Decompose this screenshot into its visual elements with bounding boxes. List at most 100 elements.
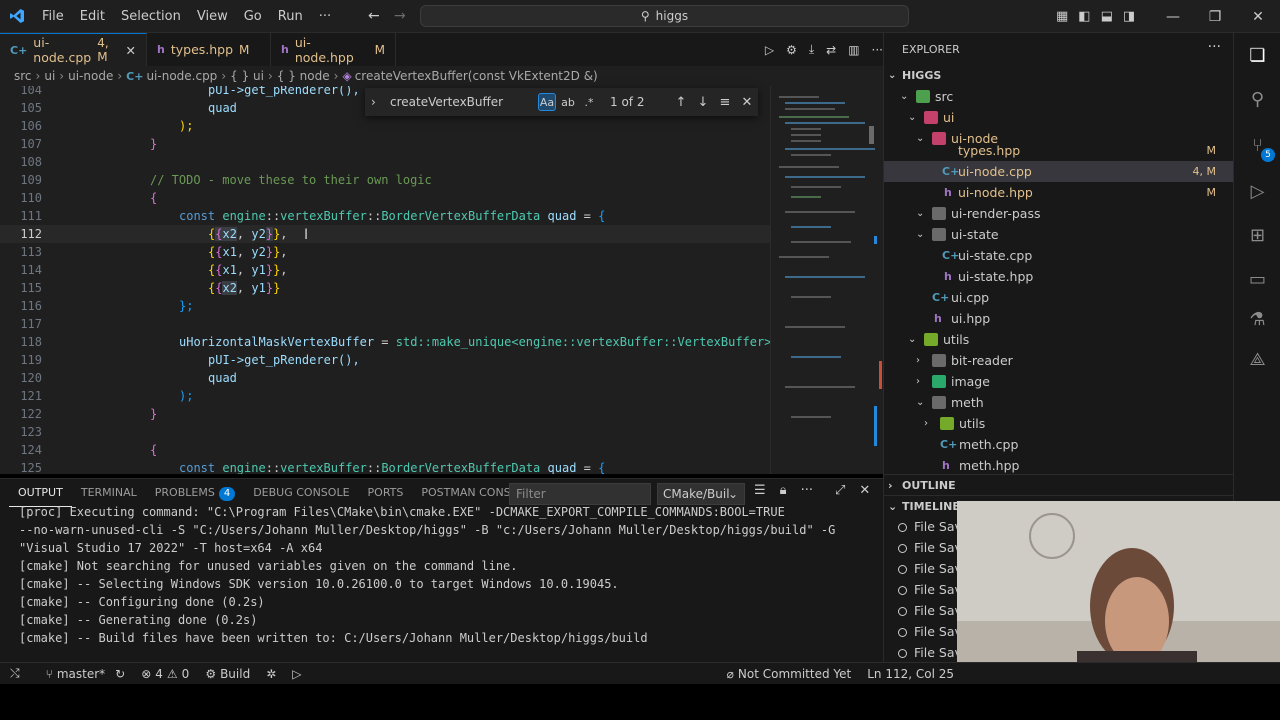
tree-file-ui-state-cpp[interactable]: C+ ui-state.cpp — [884, 245, 1234, 266]
next-match-icon[interactable]: ↓ — [692, 95, 714, 110]
breadcrumb-function[interactable]: createVertexBuffer(const VkExtent2D &) — [355, 69, 598, 83]
cursor-position[interactable]: Ln 112, Col 25 — [859, 667, 962, 681]
toggle-primary-sidebar-icon[interactable]: ◧ — [1078, 9, 1090, 24]
command-center-search[interactable]: ⚲ higgs — [420, 5, 909, 27]
more-actions-icon[interactable]: ··· — [872, 43, 883, 57]
menu-file[interactable]: File — [34, 0, 72, 33]
breadcrumb-namespace-node[interactable]: { } node — [277, 69, 330, 83]
whole-word-toggle[interactable]: ab — [559, 93, 577, 111]
lock-scroll-icon[interactable]: 🔒︎ — [780, 483, 787, 498]
output-filter-input[interactable]: Filter — [509, 483, 651, 505]
workspace-root[interactable]: ⌄ HIGGS — [884, 65, 1234, 86]
tree-file-meth-cpp[interactable]: C+ meth.cpp — [884, 434, 1234, 455]
breadcrumb-namespace-ui[interactable]: { } ui — [230, 69, 264, 83]
code-line: 118 uHorizontalMaskVertexBuffer = std::ma… — [0, 333, 770, 351]
postman-icon[interactable]: ⟁ — [1234, 339, 1280, 379]
minimize-icon[interactable]: — — [1150, 0, 1196, 33]
maximize-panel-icon[interactable]: ⤢ — [835, 483, 845, 498]
more-actions-icon[interactable]: ··· — [801, 483, 813, 498]
tab-label: types.hpp — [170, 42, 234, 57]
more-actions-icon[interactable]: ··· — [1208, 39, 1221, 55]
tree-file-types-hpp[interactable]: types.hpp M — [884, 144, 1234, 160]
tree-folder-ui[interactable]: ⌄ ui — [884, 107, 1234, 128]
code-text: pUI->get_pRenderer(), — [208, 353, 360, 367]
remote-indicator-icon[interactable]: ⤭ — [0, 666, 28, 681]
tree-folder-bit-reader[interactable]: › bit-reader — [884, 350, 1234, 371]
code-variable: x2 — [222, 227, 237, 241]
tab-status: 4, M — [97, 36, 109, 64]
tab-ui-node-hpp[interactable]: h ui-node.hpp M — [271, 33, 396, 66]
back-arrow-icon[interactable]: ← — [368, 8, 380, 24]
tree-folder-meth-utils[interactable]: › utils — [884, 413, 1234, 434]
tree-folder-utils[interactable]: ⌄ utils — [884, 329, 1234, 350]
breadcrumb-ui-node[interactable]: ui-node — [68, 69, 113, 83]
close-panel-icon[interactable]: ✕ — [859, 483, 870, 498]
explorer-files-icon[interactable]: ❏ — [1234, 35, 1280, 75]
menu-run[interactable]: Run — [270, 0, 311, 33]
toggle-replace-chevron-icon[interactable]: › — [371, 95, 376, 109]
run-icon[interactable]: ▷ — [284, 667, 309, 681]
tree-file-ui-hpp[interactable]: h ui.hpp — [884, 308, 1234, 329]
testing-flask-icon[interactable]: ⚗ — [1234, 299, 1280, 339]
tree-folder-src[interactable]: ⌄ src — [884, 86, 1234, 107]
outline-section[interactable]: › OUTLINE — [884, 474, 1234, 496]
close-find-icon[interactable]: ✕ — [736, 95, 758, 110]
minimap[interactable] — [770, 86, 883, 474]
tree-folder-ui-render-pass[interactable]: ⌄ ui-render-pass — [884, 203, 1234, 224]
problems-indicator[interactable]: ⊗ 4 ⚠ 0 — [133, 667, 197, 681]
close-window-icon[interactable]: ✕ — [1235, 0, 1280, 33]
tree-file-ui-state-hpp[interactable]: h ui-state.hpp — [884, 266, 1234, 287]
clear-output-icon[interactable]: ☰ — [754, 483, 766, 498]
toggle-secondary-sidebar-icon[interactable]: ◨ — [1123, 9, 1135, 24]
settings-gear-icon[interactable]: ⚙ — [786, 43, 797, 57]
download-icon[interactable]: ⤓ — [809, 42, 814, 57]
customize-layout-icon[interactable]: ▦ — [1056, 9, 1068, 24]
breadcrumb-ui[interactable]: ui — [44, 69, 55, 83]
find-in-selection-icon[interactable]: ≡ — [714, 95, 736, 110]
code-text: pUI->get_pRenderer(), — [208, 86, 360, 97]
menu-go[interactable]: Go — [236, 0, 270, 33]
match-case-toggle[interactable]: Aa — [538, 93, 556, 111]
tab-ui-node-cpp[interactable]: C+ ui-node.cpp 4, M ✕ — [0, 33, 147, 66]
breadcrumb-file[interactable]: ui-node.cpp — [146, 69, 217, 83]
build-button[interactable]: ⚙ Build — [197, 667, 258, 681]
tree-file-ui-cpp[interactable]: C+ ui.cpp — [884, 287, 1234, 308]
compare-icon[interactable]: ⇄ — [826, 43, 836, 57]
regex-toggle[interactable]: .* — [580, 93, 598, 111]
code-type: BorderVertexBufferData — [381, 461, 541, 474]
output-line: [cmake] -- Build files have been written… — [19, 631, 648, 645]
debug-target-icon[interactable]: ✲ — [258, 667, 284, 681]
git-blame-indicator[interactable]: ⌀ Not Committed Yet — [719, 667, 860, 681]
menu-selection[interactable]: Selection — [113, 0, 189, 33]
menu-edit[interactable]: Edit — [72, 0, 113, 33]
tree-file-ui-node-hpp[interactable]: h ui-node.hpp M — [884, 182, 1234, 203]
find-input[interactable]: createVertexBuffer — [385, 91, 535, 113]
forward-arrow-icon[interactable]: → — [394, 8, 406, 24]
close-tab-icon[interactable]: ✕ — [126, 43, 136, 58]
search-icon[interactable]: ⚲ — [1234, 79, 1280, 119]
tree-folder-ui-state[interactable]: ⌄ ui-state — [884, 224, 1234, 245]
toggle-panel-icon[interactable]: ⬓ — [1101, 9, 1113, 24]
output-channel-select[interactable]: CMake/Buil ⌄ — [657, 483, 745, 505]
run-debug-icon[interactable]: ▷ — [765, 43, 774, 57]
code-variable: y2 — [251, 227, 266, 241]
restore-icon[interactable]: ❐ — [1192, 0, 1238, 33]
menu-more[interactable]: ··· — [311, 0, 339, 33]
tree-folder-meth[interactable]: ⌄ meth — [884, 392, 1234, 413]
code-text: } — [150, 137, 158, 151]
menu-view[interactable]: View — [189, 0, 236, 33]
tree-file-meth-hpp[interactable]: h meth.hpp — [884, 455, 1234, 476]
extensions-icon[interactable]: ⊞ — [1234, 215, 1280, 255]
breadcrumb-src[interactable]: src — [14, 69, 32, 83]
previous-match-icon[interactable]: ↑ — [670, 95, 692, 110]
status-bar: ⤭ ⑂ master* ↻ ⊗ 4 ⚠ 0 ⚙ Build ✲ ▷ ⌀ Not Committ… — [0, 662, 1280, 684]
run-debug-icon[interactable]: ▷ — [1234, 171, 1280, 211]
code-editor[interactable]: 104 pUI->get_pRenderer(), 105 quad 106); 1… — [0, 86, 770, 474]
tab-types-hpp[interactable]: h types.hpp M — [147, 33, 271, 66]
branch-indicator[interactable]: ⑂ master* ↻ — [28, 667, 134, 681]
tree-folder-image[interactable]: › image — [884, 371, 1234, 392]
split-editor-icon[interactable]: ▥ — [848, 43, 859, 57]
remote-explorer-icon[interactable]: ▭ — [1234, 259, 1280, 299]
tree-file-ui-node-cpp[interactable]: C+ ui-node.cpp 4, M — [884, 161, 1234, 182]
root-label: HIGGS — [902, 69, 942, 82]
